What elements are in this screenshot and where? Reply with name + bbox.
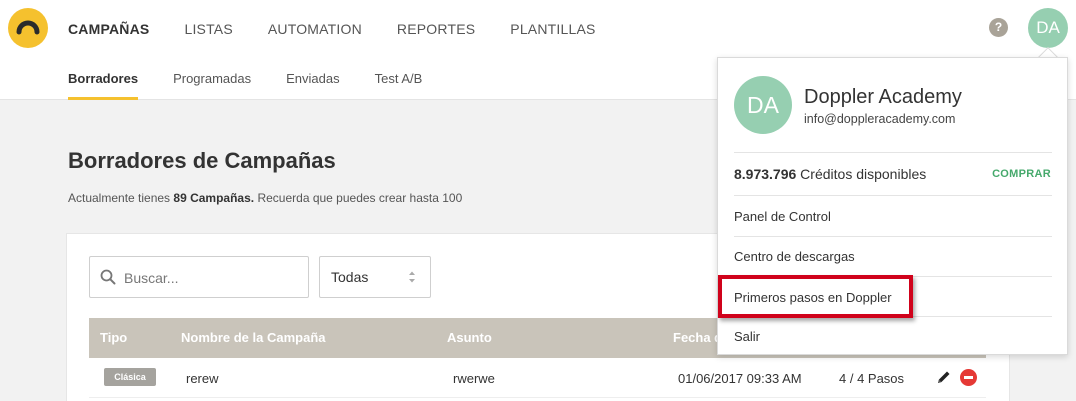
dropdown-avatar: DA — [734, 76, 792, 134]
divider — [734, 236, 1052, 237]
user-avatar-button[interactable]: DA — [1028, 8, 1068, 48]
nav-listas[interactable]: LISTAS — [184, 21, 232, 37]
nav-reportes[interactable]: REPORTES — [397, 21, 475, 37]
column-tipo[interactable]: Tipo — [100, 330, 127, 345]
menu-item-panel-control[interactable]: Panel de Control — [734, 209, 831, 224]
campaign-name[interactable]: rerew — [186, 371, 219, 386]
filter-select[interactable]: Todas — [319, 256, 431, 298]
filter-value: Todas — [331, 269, 369, 285]
type-badge: Clásica — [104, 368, 156, 386]
buy-credits-link[interactable]: COMPRAR — [992, 168, 1051, 180]
column-asunto[interactable]: Asunto — [447, 330, 492, 345]
tab-programadas[interactable]: Programadas — [173, 58, 251, 100]
menu-item-centro-descargas[interactable]: Centro de descargas — [734, 249, 855, 264]
user-dropdown-menu: DA Doppler Academy info@doppleracademy.c… — [717, 57, 1068, 355]
nav-plantillas[interactable]: PLANTILLAS — [510, 21, 595, 37]
table-row[interactable]: Clásica rerew rwerwe 01/06/2017 09:33 AM… — [89, 358, 986, 398]
divider — [734, 152, 1052, 153]
column-nombre[interactable]: Nombre de la Campaña — [181, 330, 326, 345]
subtitle-suffix: Recuerda que puedes crear hasta 100 — [254, 191, 463, 205]
credits-value: 8.973.796 — [734, 166, 797, 182]
help-icon[interactable]: ? — [989, 18, 1008, 37]
campaign-count: 89 Campañas. — [173, 191, 255, 205]
top-bar: CAMPAÑAS LISTAS AUTOMATION REPORTES PLAN… — [0, 0, 1076, 58]
credits-label: Créditos disponibles — [796, 166, 927, 182]
page-title: Borradores de Campañas — [68, 148, 336, 173]
divider — [734, 195, 1052, 196]
delete-icon[interactable] — [960, 369, 977, 386]
campaign-date: 01/06/2017 09:33 AM — [678, 371, 802, 386]
campaign-steps: 4 / 4 Pasos — [839, 371, 905, 386]
search-box[interactable] — [89, 256, 309, 298]
highlight-box — [718, 275, 913, 318]
account-email: info@doppleracademy.com — [804, 112, 956, 126]
pencil-icon[interactable] — [936, 369, 952, 385]
main-nav: CAMPAÑAS LISTAS AUTOMATION REPORTES PLAN… — [68, 0, 631, 58]
account-name: Doppler Academy — [804, 86, 962, 108]
tab-borradores[interactable]: Borradores — [68, 58, 139, 100]
page-subtitle: Actualmente tienes 89 Campañas. Recuerda… — [68, 191, 462, 205]
search-input[interactable] — [124, 267, 294, 289]
nav-campanas[interactable]: CAMPAÑAS — [68, 21, 149, 37]
tab-enviadas[interactable]: Enviadas — [286, 58, 339, 100]
campaign-tabs: Borradores Programadas Enviadas Test A/B — [68, 58, 457, 100]
campaign-subject: rwerwe — [453, 371, 495, 386]
nav-automation[interactable]: AUTOMATION — [268, 21, 362, 37]
menu-item-salir[interactable]: Salir — [734, 329, 760, 344]
subtitle-prefix: Actualmente tienes — [68, 191, 174, 205]
select-arrows-icon — [409, 271, 415, 283]
column-fecha[interactable]: Fecha d — [673, 330, 722, 345]
tab-test-ab[interactable]: Test A/B — [375, 58, 423, 100]
doppler-logo-icon[interactable] — [8, 8, 48, 48]
search-icon — [100, 269, 116, 285]
credits-info: 8.973.796 Créditos disponibles — [734, 166, 926, 182]
